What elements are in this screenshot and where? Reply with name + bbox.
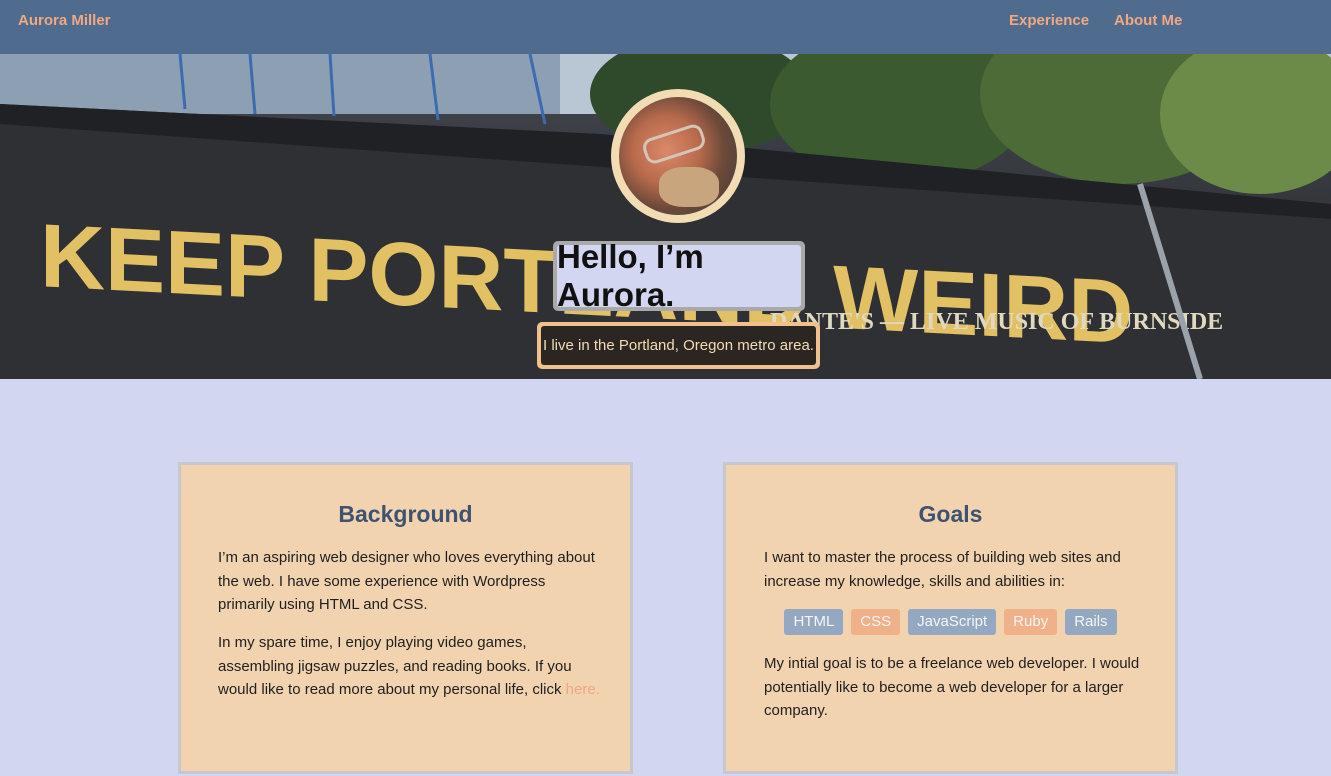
background-paragraph-2-text: In my spare time, I enjoy playing video … (218, 634, 572, 698)
avatar-photo (619, 97, 737, 215)
goals-title: Goals (918, 501, 983, 527)
hero-subheading: I live in the Portland, Oregon metro are… (543, 337, 814, 354)
brand-link[interactable]: Aurora Miller (18, 12, 111, 29)
tag-rails: Rails (1065, 609, 1117, 635)
background-title: Background (338, 501, 473, 527)
hero-heading-box: Hello, I’m Aurora. (553, 238, 805, 313)
goals-paragraph-1: I want to master the process of building… (764, 549, 1121, 590)
profile-avatar (611, 89, 745, 223)
tag-javascript: JavaScript (908, 609, 997, 635)
navbar: Aurora Miller Experience About Me (0, 0, 1331, 54)
tag-html: HTML (784, 609, 844, 635)
hero-heading: Hello, I’m Aurora. (557, 238, 704, 313)
svg-text:DANTE'S — LIVE MUSIC OF BURNSI: DANTE'S — LIVE MUSIC OF BURNSIDE (770, 309, 1223, 335)
hero-subheading-box: I live in the Portland, Oregon metro are… (537, 322, 820, 369)
skill-tags: HTML CSS JavaScript Ruby Rails (726, 609, 1175, 635)
tag-ruby: Ruby (1004, 609, 1058, 635)
goals-card: Goals I want to master the process of bu… (723, 462, 1178, 774)
personal-life-link[interactable]: here. (566, 681, 600, 698)
background-paragraph-1: I’m an aspiring web designer who loves e… (218, 549, 595, 613)
tag-css: CSS (851, 609, 901, 635)
nav-about-me-link[interactable]: About Me (1114, 12, 1182, 29)
nav-experience-link[interactable]: Experience (1009, 12, 1089, 29)
avatar-glasses (640, 122, 708, 166)
avatar-cat (659, 167, 719, 207)
goals-paragraph-2: My intial goal is to be a freelance web … (764, 655, 1140, 719)
background-paragraph-2: In my spare time, I enjoy playing video … (218, 631, 600, 702)
background-card: Background I’m an aspiring web designer … (178, 462, 633, 774)
